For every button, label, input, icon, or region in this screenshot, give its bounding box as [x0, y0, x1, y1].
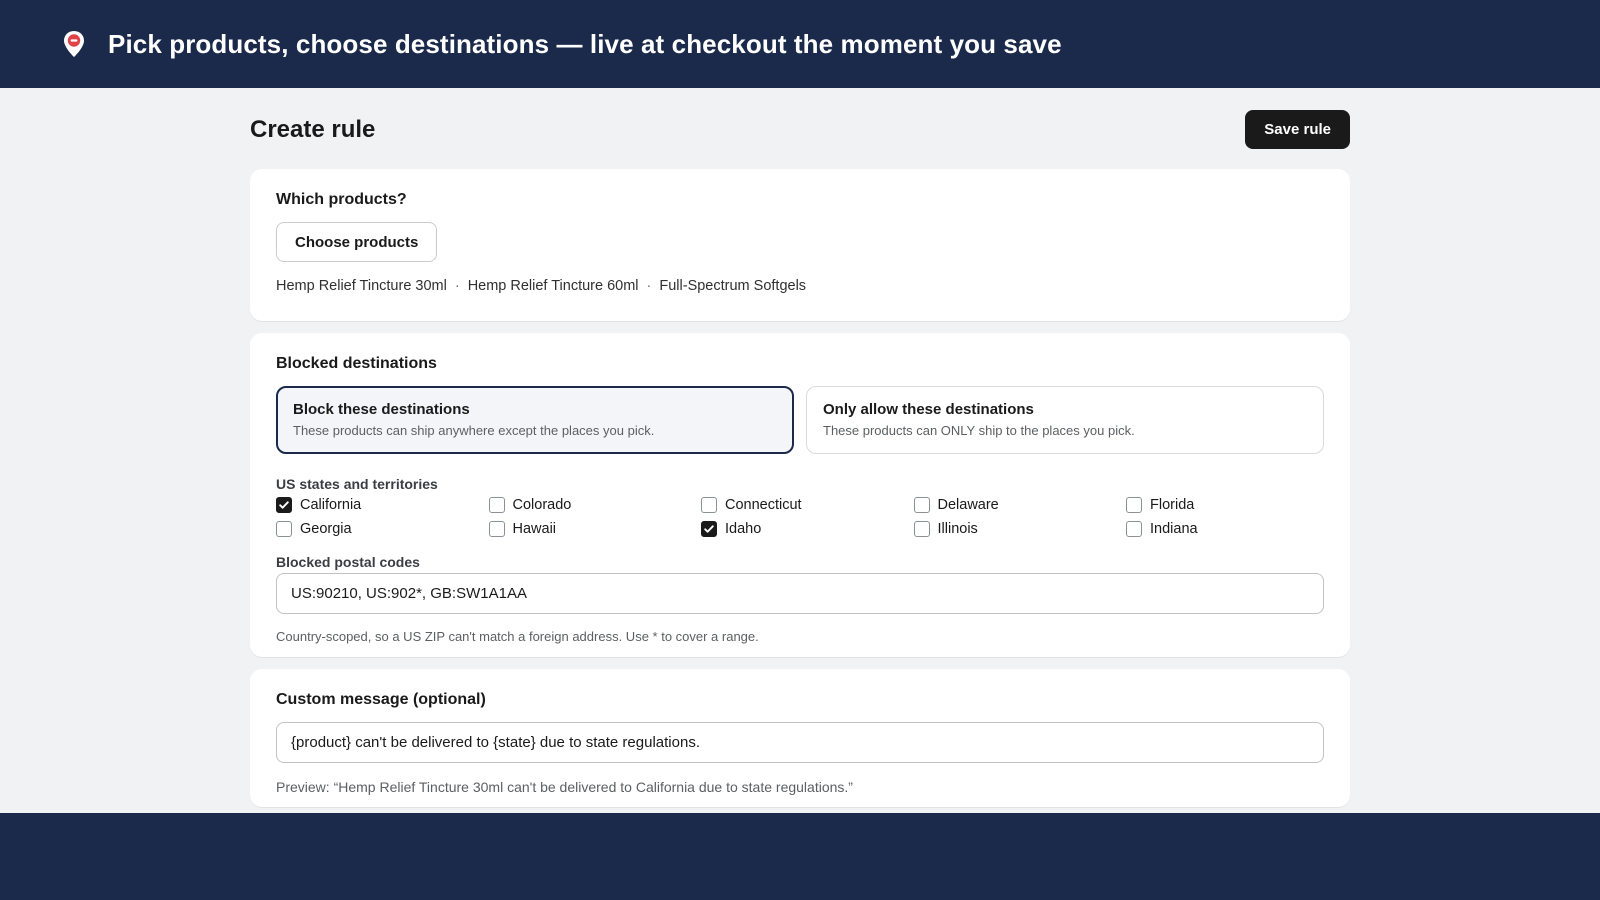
state-checkbox-delaware[interactable]: Delaware — [913, 495, 1127, 514]
state-label: Connecticut — [725, 496, 802, 513]
message-preview: Preview: “Hemp Relief Tincture 30ml can'… — [276, 779, 853, 795]
state-checkbox-georgia[interactable]: Georgia — [276, 519, 489, 538]
choose-products-button[interactable]: Choose products — [276, 222, 438, 262]
state-checkbox-illinois[interactable]: Illinois — [913, 519, 1127, 538]
product-item: Full-Spectrum Softgels — [659, 278, 807, 294]
checkbox-unchecked-icon[interactable] — [488, 496, 505, 513]
checkbox-unchecked-icon[interactable] — [1126, 520, 1142, 537]
checkbox-unchecked-icon[interactable] — [276, 520, 292, 537]
page-header: Create rule Save rule — [250, 110, 1350, 150]
destinations-card: Blocked destinations Block these destina… — [250, 333, 1350, 657]
checkbox-unchecked-icon[interactable] — [913, 520, 930, 537]
mode-option-allow[interactable]: Only allow these destinations These prod… — [806, 386, 1324, 454]
product-item: Hemp Relief Tincture 60ml — [467, 278, 639, 294]
states-checkbox-grid: California Colorado Connecticut Delaware Flo… — [276, 495, 1376, 538]
state-label: Indiana — [1150, 520, 1198, 537]
destinations-section-title: Blocked destinations — [276, 355, 437, 372]
app-area: Create rule Save rule Which products? Ch… — [0, 88, 1600, 813]
postal-codes-label: Blocked postal codes — [276, 554, 420, 570]
state-checkbox-indiana[interactable]: Indiana — [1126, 519, 1339, 538]
state-label: Colorado — [512, 496, 572, 513]
state-checkbox-colorado[interactable]: Colorado — [488, 495, 702, 514]
product-item: Hemp Relief Tincture 30ml — [276, 278, 447, 294]
product-separator: · — [646, 278, 652, 294]
state-label: Idaho — [725, 520, 762, 537]
state-checkbox-hawaii[interactable]: Hawaii — [488, 519, 702, 538]
mode-option-title: Only allow these destinations — [823, 401, 1034, 418]
state-label: Illinois — [937, 520, 978, 537]
mode-option-description: These products can ship anywhere except … — [293, 423, 655, 438]
location-pin-blocked-icon — [62, 30, 86, 58]
mode-option-description: These products can ONLY ship to the plac… — [823, 423, 1135, 438]
checkbox-unchecked-icon[interactable] — [488, 520, 505, 537]
custom-message-input[interactable] — [276, 722, 1324, 763]
checkbox-unchecked-icon[interactable] — [1126, 496, 1142, 513]
checkbox-checked-icon[interactable] — [276, 496, 292, 513]
products-section-title: Which products? — [276, 191, 407, 208]
postal-codes-help: Country-scoped, so a US ZIP can't match … — [276, 629, 759, 644]
mode-option-block[interactable]: Block these destinations These products … — [276, 386, 794, 454]
state-checkbox-florida[interactable]: Florida — [1126, 495, 1339, 514]
state-label: California — [300, 496, 362, 513]
banner-title: Pick products, choose destinations — liv… — [108, 28, 1062, 59]
checkbox-unchecked-icon[interactable] — [913, 496, 930, 513]
save-rule-button[interactable]: Save rule — [1245, 110, 1350, 149]
checkbox-unchecked-icon[interactable] — [701, 496, 717, 513]
checkbox-checked-icon[interactable] — [701, 520, 717, 537]
state-label: Georgia — [300, 520, 352, 537]
mode-option-title: Block these destinations — [293, 401, 470, 418]
state-checkbox-california[interactable]: California — [276, 495, 489, 514]
states-label: US states and territories — [276, 476, 438, 492]
state-checkbox-idaho[interactable]: Idaho — [701, 519, 914, 538]
state-label: Florida — [1150, 496, 1195, 513]
selected-products-list: Hemp Relief Tincture 30ml · Hemp Relief … — [276, 278, 806, 294]
promo-banner: Pick products, choose destinations — liv… — [0, 0, 1600, 88]
state-label: Hawaii — [512, 520, 557, 537]
state-label: Delaware — [937, 496, 999, 513]
product-separator: · — [454, 278, 460, 294]
message-section-title: Custom message (optional) — [276, 691, 486, 708]
state-checkbox-connecticut[interactable]: Connecticut — [701, 495, 914, 514]
products-card: Which products? Choose products Hemp Rel… — [250, 169, 1350, 321]
message-card: Custom message (optional) Preview: “Hemp… — [250, 669, 1350, 807]
postal-codes-input[interactable] — [276, 573, 1324, 614]
page-title: Create rule — [250, 116, 376, 143]
